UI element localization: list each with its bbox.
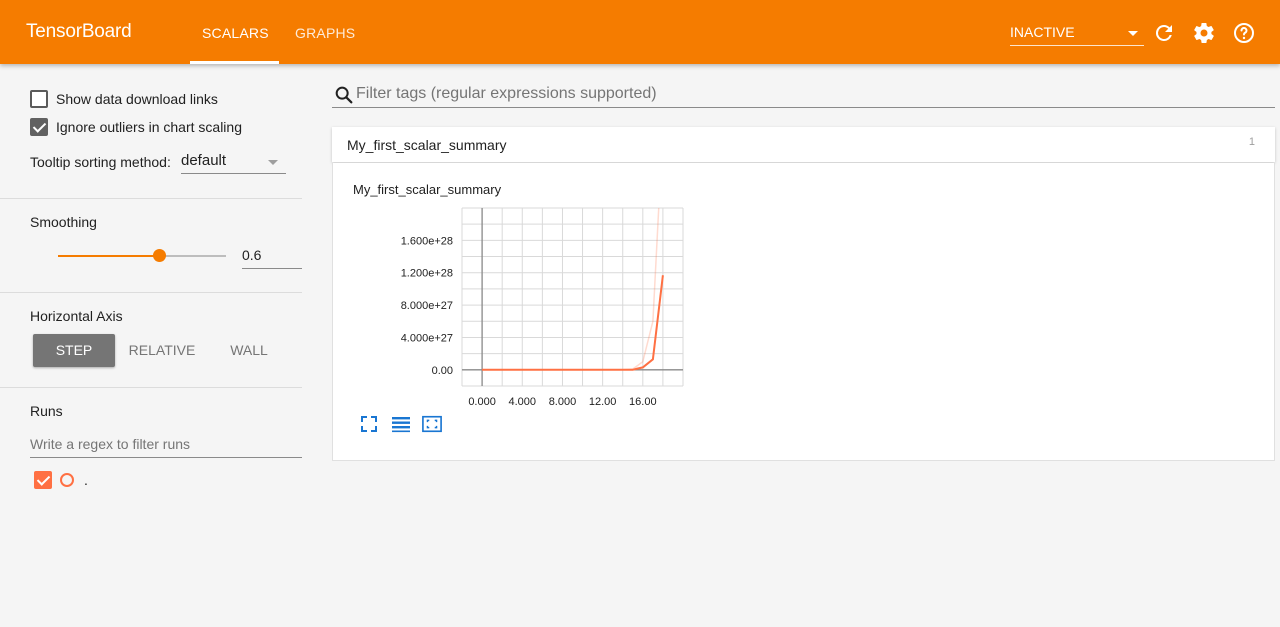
y-tick-label: 8.000e+27	[401, 300, 453, 312]
y-tick-label: 0.00	[432, 365, 453, 377]
y-tick-label: 1.200e+28	[401, 268, 453, 280]
chart-grid	[461, 207, 684, 387]
x-tick-label: 0.000	[468, 396, 496, 408]
fit-domain-icon[interactable]	[359, 414, 379, 434]
y-tick-label: 1.600e+28	[401, 235, 453, 247]
scalar-chart[interactable]: 1.600e+28 1.200e+28 8.000e+27 4.000e+27 0.00…	[0, 0, 1280, 627]
data-list-icon[interactable]	[391, 414, 411, 434]
expand-chart-icon[interactable]	[422, 414, 442, 434]
chart-series	[482, 208, 664, 371]
x-tick-label: 8.000	[549, 396, 577, 408]
y-tick-label: 4.000e+27	[401, 332, 453, 344]
x-tick-label: 12.00	[589, 396, 617, 408]
x-tick-label: 16.00	[629, 396, 657, 408]
series-line-raw	[482, 208, 660, 371]
chart-axes	[462, 208, 683, 386]
x-tick-label: 4.000	[509, 396, 537, 408]
